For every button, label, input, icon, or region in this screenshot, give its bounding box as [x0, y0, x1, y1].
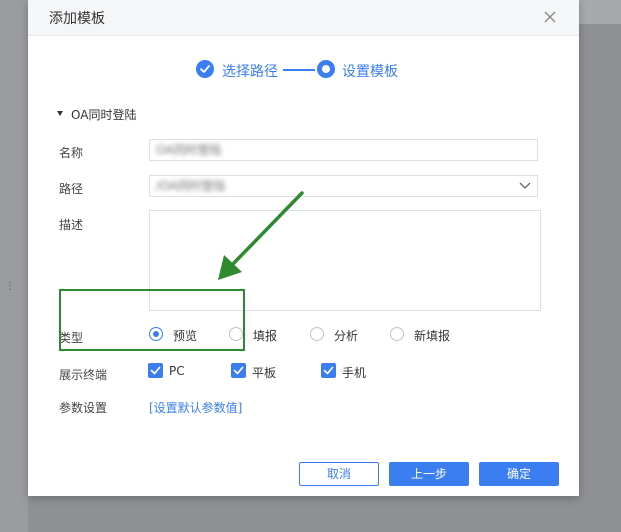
checkbox-label-tablet: 平板 — [252, 366, 277, 380]
step-label-set-template: 设置模板 — [342, 64, 398, 80]
step-label-select-path: 选择路径 — [222, 64, 278, 80]
name-value: OA同时登陆 — [156, 143, 222, 157]
checkbox-label-pc: PC — [169, 364, 185, 378]
radio-label-fill: 填报 — [253, 329, 278, 343]
name-input[interactable]: OA同时登陆 — [149, 139, 538, 161]
step-connector — [283, 69, 315, 71]
name-label: 名称 — [59, 146, 84, 160]
background-panel — [0, 0, 28, 532]
radio-icon — [229, 327, 243, 341]
radio-label-analysis: 分析 — [334, 329, 359, 343]
terminal-label: 展示终端 — [59, 368, 108, 382]
close-icon — [544, 11, 556, 23]
path-label: 路径 — [59, 182, 84, 196]
checkbox-checked-icon — [231, 363, 246, 378]
dot-circle-icon — [317, 60, 335, 78]
radio-icon — [310, 327, 324, 341]
chevron-down-icon — [519, 182, 531, 189]
check-circle-icon — [196, 60, 214, 78]
stepper: 选择路径 设置模板 — [28, 58, 579, 82]
section-label: OA同时登陆 — [71, 108, 137, 122]
set-default-params-link[interactable]: [设置默认参数值] — [149, 399, 242, 416]
checkbox-checked-icon — [321, 363, 336, 378]
path-select[interactable]: /OA同时登陆 — [149, 175, 538, 197]
close-button[interactable] — [540, 7, 560, 27]
checkbox-checked-icon — [148, 363, 163, 378]
radio-label-new-fill: 新填报 — [414, 329, 451, 343]
dialog-title: 添加模板 — [49, 11, 105, 27]
caret-down-icon — [57, 111, 63, 116]
description-label: 描述 — [59, 218, 84, 232]
prev-step-button[interactable]: 上一步 — [389, 462, 469, 486]
dialog-titlebar: 添加模板 — [28, 0, 579, 36]
type-label: 类型 — [59, 331, 84, 345]
checkbox-label-mobile: 手机 — [342, 366, 367, 380]
radio-icon — [390, 327, 404, 341]
description-textarea[interactable] — [149, 210, 541, 311]
radio-label-preview: 预览 — [173, 329, 198, 343]
path-value: /OA同时登陆 — [156, 179, 226, 193]
cancel-button[interactable]: 取消 — [299, 462, 379, 486]
confirm-button[interactable]: 确定 — [479, 462, 559, 486]
params-label: 参数设置 — [59, 401, 108, 415]
add-template-dialog: 添加模板 选择路径 设置模板 OA同时登陆 名称 OA同时登陆 路径 /OA同时… — [28, 0, 579, 496]
drag-handle-icon[interactable]: ⋮ — [5, 282, 15, 292]
radio-checked-icon — [149, 327, 163, 341]
